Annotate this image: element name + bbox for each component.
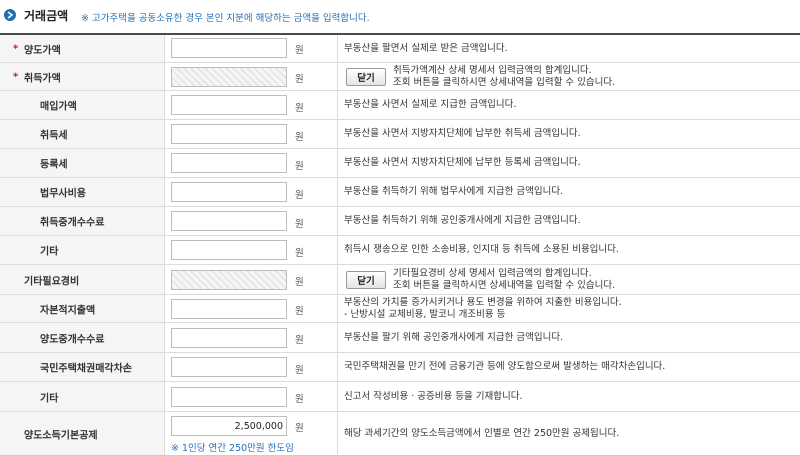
desc-other-expenses: 기타필요경비 상세 명세서 입력금액의 합계입니다. 조회 버튼을 클릭하시면 … — [393, 267, 616, 291]
other-expenses-input — [171, 270, 287, 290]
desc-acquisition-price: 취득가액계산 상세 명세서 입력금액의 합계입니다. 조회 버튼을 클릭하시면 … — [393, 64, 616, 88]
label-other-acquisition: 기타 — [40, 246, 59, 258]
row-acquisition-tax: 취득세 원 부동산을 사면서 지방자치단체에 납부한 취득세 금액입니다. — [0, 119, 800, 148]
unit-label: 원 — [295, 423, 304, 434]
label-legal-fee: 법무사비용 — [40, 188, 86, 200]
row-acquisition-brokerage: 취득중개수수료 원 부동산을 취득하기 위해 공인중개사에게 지급한 금액입니다… — [0, 206, 800, 235]
capital-expenditure-input[interactable] — [171, 299, 287, 319]
required-mark: * — [13, 43, 19, 54]
deduction-limit-note: ※ 1인당 연간 250만원 한도임 — [171, 443, 294, 454]
unit-label: 원 — [295, 219, 304, 230]
row-transfer-brokerage: 양도중개수수료 원 부동산을 팔기 위해 공인중개사에게 지급한 금액입니다. — [0, 322, 800, 352]
desc-purchase-price: 부동산을 사면서 실제로 지급한 금액입니다. — [344, 99, 517, 110]
row-sale-price: * 양도가액 원 부동산을 팔면서 실제로 받은 금액입니다. — [0, 35, 800, 62]
unit-label: 원 — [295, 74, 304, 85]
label-acquisition-tax: 취득세 — [40, 130, 68, 142]
desc-other-acquisition: 취득시 쟁송으로 인한 소송비용, 인지대 등 취득에 소용된 비용입니다. — [344, 244, 619, 255]
unit-label: 원 — [295, 394, 304, 405]
label-transfer-brokerage: 양도중개수수료 — [40, 334, 105, 345]
desc-capital-expenditure: 부동산의 가치를 증가시키거나 용도 변경을 위하여 지출한 비용입니다. - … — [344, 296, 622, 320]
unit-label: 원 — [295, 277, 304, 288]
unit-label: 원 — [295, 103, 304, 114]
desc-acquisition-tax: 부동산을 사면서 지방자치단체에 납부한 취득세 금액입니다. — [344, 128, 581, 139]
row-bond-loss: 국민주택채권매각차손 원 국민주택채권을 만기 전에 금융기관 등에 양도함으로… — [0, 352, 800, 381]
label-bond-loss: 국민주택채권매각차손 — [40, 363, 132, 375]
desc-other-transfer: 신고서 작성비용 · 공증비용 등을 기재합니다. — [344, 390, 523, 402]
row-capital-expenditure: 자본적지출액 원 부동산의 가치를 증가시키거나 용도 변경을 위하여 지출한 … — [0, 294, 800, 322]
row-registration-tax: 등록세 원 부동산을 사면서 지방자치단체에 납부한 등록세 금액입니다. — [0, 148, 800, 177]
unit-label: 원 — [295, 132, 304, 143]
section-header: 거래금액 ※ 고가주택을 공동소유한 경우 본인 지분에 해당하는 금액을 입력… — [0, 0, 800, 30]
label-registration-tax: 등록세 — [40, 159, 68, 171]
label-capital-expenditure: 자본적지출액 — [40, 305, 96, 316]
registration-tax-input[interactable] — [171, 153, 287, 173]
desc-basic-deduction: 해당 과세기간의 양도소득금액에서 인별로 연간 250만원 공제됩니다. — [344, 427, 620, 439]
unit-label: 원 — [295, 335, 304, 346]
unit-label: 원 — [295, 190, 304, 201]
desc-transfer-brokerage: 부동산을 팔기 위해 공인중개사에게 지급한 금액입니다. — [344, 331, 564, 343]
label-acquisition-price: 취득가액 — [24, 73, 61, 84]
required-mark: * — [13, 71, 19, 82]
acquisition-tax-input[interactable] — [171, 124, 287, 144]
transfer-brokerage-input[interactable] — [171, 328, 287, 348]
unit-label: 원 — [295, 306, 304, 317]
unit-label: 원 — [295, 45, 304, 56]
purchase-price-input[interactable] — [171, 95, 287, 115]
section-note: ※ 고가주택을 공동소유한 경우 본인 지분에 해당하는 금액을 입력합니다. — [81, 13, 370, 24]
bond-loss-input[interactable] — [171, 357, 287, 377]
unit-label: 원 — [295, 365, 304, 376]
acquisition-close-button[interactable]: 닫기 — [346, 67, 386, 86]
unit-label: 원 — [295, 161, 304, 172]
desc-legal-fee: 부동산을 취득하기 위해 법무사에게 지급한 금액입니다. — [344, 186, 564, 197]
row-acquisition-price: * 취득가액 원 닫기 취득가액계산 상세 명세서 입력금액의 합계입니다. 조… — [0, 62, 800, 90]
label-sale-price: 양도가액 — [24, 45, 61, 56]
section-title: 거래금액 — [24, 9, 69, 23]
acquisition-price-input — [171, 67, 287, 87]
arrow-right-circle-icon — [4, 9, 16, 21]
desc-bond-loss: 국민주택채권을 만기 전에 금융기관 등에 양도함으로써 발생하는 매각차손입니… — [344, 361, 666, 372]
row-other-acquisition: 기타 원 취득시 쟁송으로 인한 소송비용, 인지대 등 취득에 소용된 비용입… — [0, 235, 800, 264]
label-other-expenses: 기타필요경비 — [24, 276, 80, 287]
row-purchase-price: 매입가액 원 부동산을 사면서 실제로 지급한 금액입니다. — [0, 90, 800, 119]
transaction-amount-section: 거래금액 ※ 고가주택을 공동소유한 경우 본인 지분에 해당하는 금액을 입력… — [0, 0, 800, 456]
desc-registration-tax: 부동산을 사면서 지방자치단체에 납부한 등록세 금액입니다. — [344, 157, 581, 168]
label-acquisition-brokerage: 취득중개수수료 — [40, 217, 105, 229]
label-basic-deduction: 양도소득기본공제 — [24, 430, 98, 441]
row-legal-fee: 법무사비용 원 부동산을 취득하기 위해 법무사에게 지급한 금액입니다. — [0, 177, 800, 206]
row-other-transfer: 기타 원 신고서 작성비용 · 공증비용 등을 기재합니다. — [0, 381, 800, 411]
other-acquisition-input[interactable] — [171, 240, 287, 260]
sale-price-input[interactable] — [171, 38, 287, 58]
basic-deduction-input[interactable] — [171, 416, 287, 436]
legal-fee-input[interactable] — [171, 182, 287, 202]
row-basic-deduction: 양도소득기본공제 원 ※ 1인당 연간 250만원 한도임 해당 과세기간의 양… — [0, 411, 800, 455]
other-transfer-input[interactable] — [171, 387, 287, 407]
label-purchase-price: 매입가액 — [40, 101, 77, 113]
desc-acquisition-brokerage: 부동산을 취득하기 위해 공인중개사에게 지급한 금액입니다. — [344, 215, 581, 226]
row-other-expenses: 기타필요경비 원 닫기 기타필요경비 상세 명세서 입력금액의 합계입니다. 조… — [0, 264, 800, 294]
unit-label: 원 — [295, 248, 304, 259]
amount-table: * 양도가액 원 부동산을 팔면서 실제로 받은 금액입니다. * 취득가액 원 — [0, 33, 800, 456]
acquisition-brokerage-input[interactable] — [171, 211, 287, 231]
label-other-transfer: 기타 — [40, 393, 59, 404]
other-expenses-close-button[interactable]: 닫기 — [346, 270, 386, 289]
desc-sale-price: 부동산을 팔면서 실제로 받은 금액입니다. — [344, 42, 508, 54]
